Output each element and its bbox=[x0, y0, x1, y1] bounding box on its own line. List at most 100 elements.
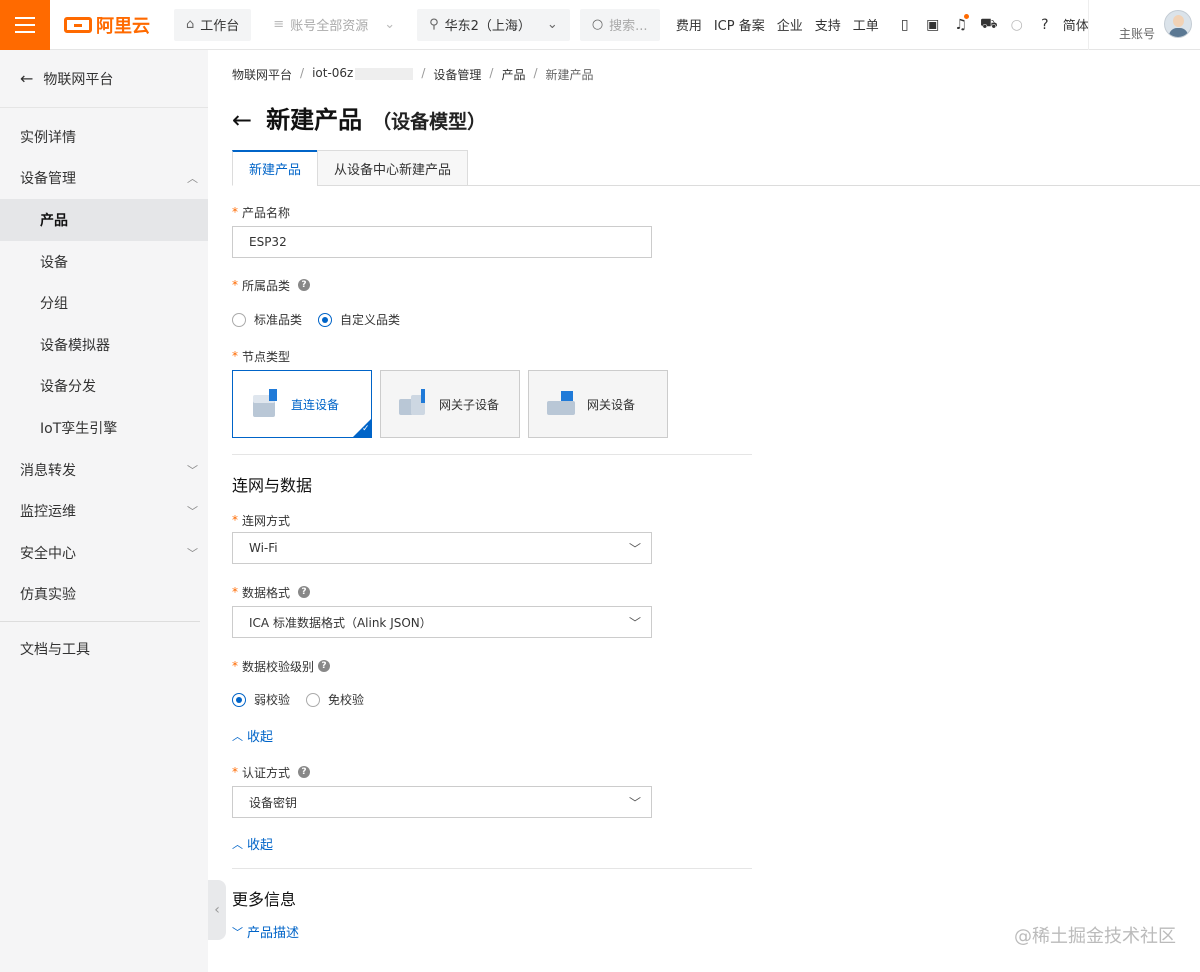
radio-label: 标准品类 bbox=[254, 313, 303, 327]
help-icon[interactable]: ? bbox=[1031, 17, 1059, 33]
auth-method-label: * 认证方式 ? bbox=[232, 764, 311, 780]
search-placeholder: 搜索... bbox=[609, 19, 648, 34]
network-method-label: * 连网方式 bbox=[232, 512, 290, 528]
radio-standard-category[interactable] bbox=[232, 312, 246, 327]
network-method-value: Wi-Fi bbox=[249, 541, 278, 555]
search-box[interactable]: ○ 搜索... bbox=[579, 8, 660, 41]
required-mark: * bbox=[232, 278, 238, 292]
breadcrumb-separator: / bbox=[533, 66, 538, 80]
breadcrumb-products[interactable]: 产品 bbox=[501, 66, 525, 83]
home-icon: ⌂ bbox=[186, 17, 195, 32]
required-mark: * bbox=[232, 659, 238, 673]
icp-link[interactable]: ICP 备案 bbox=[714, 15, 765, 34]
main-content: 物联网平台 / iot-06z / 设备管理 / 产品 / 新建产品 ← 新建产… bbox=[208, 50, 1200, 972]
collapse-label: 收起 bbox=[247, 838, 274, 853]
required-mark: * bbox=[232, 349, 238, 363]
sidebar-back-label: 物联网平台 bbox=[43, 71, 114, 88]
chevron-down-icon: ⌄ bbox=[546, 17, 558, 32]
data-format-select[interactable]: ICA 标准数据格式（Alink JSON） ﹀ bbox=[232, 606, 652, 638]
sidebar-item-label: 产品 bbox=[40, 212, 68, 229]
sidebar-item-products[interactable]: 产品 bbox=[0, 199, 208, 241]
divider bbox=[232, 868, 752, 869]
chevron-down-icon: ﹀ bbox=[187, 505, 198, 519]
help-icon[interactable]: ? bbox=[298, 586, 311, 598]
notification-dot bbox=[963, 13, 969, 19]
aliyun-logo-icon bbox=[64, 16, 92, 33]
auth-method-select[interactable]: 设备密钥 ﹀ bbox=[232, 786, 652, 818]
hamburger-menu-button[interactable] bbox=[0, 0, 50, 50]
sidebar-item-monitoring[interactable]: 监控运维 ﹀ bbox=[0, 490, 208, 532]
support-link[interactable]: 支持 bbox=[815, 15, 841, 34]
sidebar-back-button[interactable]: ← 物联网平台 bbox=[0, 50, 208, 108]
help-icon[interactable]: ? bbox=[298, 766, 311, 778]
workbench-button[interactable]: ⌂ 工作台 bbox=[174, 8, 252, 41]
tab-from-device-center[interactable]: 从设备中心新建产品 bbox=[317, 150, 469, 186]
account-label: 主账号 bbox=[1119, 27, 1156, 41]
chevron-up-icon: ︿ bbox=[187, 172, 198, 186]
radio-weak-validation[interactable] bbox=[232, 692, 246, 707]
logo-text: 阿里云 bbox=[96, 15, 150, 37]
breadcrumb-device-management[interactable]: 设备管理 bbox=[433, 66, 481, 83]
billing-link[interactable]: 费用 bbox=[676, 15, 702, 34]
sidebar-item-devices[interactable]: 设备 bbox=[0, 241, 208, 283]
product-name-value: ESP32 bbox=[249, 235, 287, 249]
category-label-text: 所属品类 bbox=[242, 278, 291, 293]
required-mark: * bbox=[232, 513, 238, 527]
stack-icon: ≡ bbox=[273, 17, 285, 32]
lightbulb-icon[interactable]: ○ bbox=[1003, 17, 1031, 33]
sidebar-item-message-forwarding[interactable]: 消息转发 ﹀ bbox=[0, 449, 208, 491]
product-name-input[interactable]: ESP32 bbox=[232, 226, 652, 258]
chevron-down-icon: ﹀ bbox=[628, 542, 641, 556]
sidebar-item-security-center[interactable]: 安全中心 ﹀ bbox=[0, 532, 208, 574]
sidebar-item-device-simulator[interactable]: 设备模拟器 bbox=[0, 324, 208, 366]
back-arrow-icon[interactable]: ← bbox=[232, 106, 252, 134]
cart-icon[interactable]: ⛟ bbox=[975, 16, 1003, 34]
node-type-gateway-device[interactable]: 网关设备 bbox=[528, 370, 668, 438]
redacted-mask bbox=[355, 67, 414, 80]
network-method-label-text: 连网方式 bbox=[242, 513, 291, 528]
sidebar-item-iot-twin-engine[interactable]: IoT孪生引擎 bbox=[0, 407, 208, 449]
region-label: 华东2（上海） bbox=[444, 19, 531, 34]
sidebar-item-device-management[interactable]: 设备管理 ︿ bbox=[0, 158, 208, 200]
product-description-label: 产品描述 bbox=[247, 926, 300, 941]
bell-icon[interactable]: ♫ bbox=[947, 13, 975, 33]
enterprise-link[interactable]: 企业 bbox=[777, 15, 803, 34]
sidebar-item-label: 安全中心 bbox=[20, 545, 76, 562]
sidebar-item-device-distribution[interactable]: 设备分发 bbox=[0, 366, 208, 408]
chevron-down-icon: ﹀ bbox=[232, 925, 243, 939]
node-type-label: * 节点类型 bbox=[232, 348, 290, 364]
collapse-link-auth[interactable]: ︿ 收起 bbox=[232, 834, 274, 854]
node-type-gateway-subdevice[interactable]: 网关子设备 bbox=[380, 370, 520, 438]
sidebar-item-instance-details[interactable]: 实例详情 bbox=[0, 116, 208, 158]
avatar[interactable] bbox=[1164, 10, 1192, 38]
sidebar-item-docs-tools[interactable]: 文档与工具 bbox=[0, 628, 208, 670]
mobile-app-icon[interactable]: ▯ bbox=[891, 17, 919, 33]
account-area[interactable]: 主账号 bbox=[1088, 0, 1200, 50]
workbench-label: 工作台 bbox=[200, 19, 240, 34]
data-format-label-text: 数据格式 bbox=[242, 585, 291, 600]
terminal-icon[interactable]: ▣ bbox=[919, 17, 947, 33]
collapse-link-network[interactable]: ︿ 收起 bbox=[232, 726, 273, 746]
radio-custom-category[interactable] bbox=[318, 312, 333, 327]
chevron-down-icon: ⌄ bbox=[384, 17, 396, 32]
category-label: * 所属品类 ? bbox=[232, 277, 311, 293]
ticket-link[interactable]: 工单 bbox=[853, 15, 879, 34]
sidebar-item-label: 分组 bbox=[40, 296, 68, 313]
region-selector[interactable]: ⚲ 华东2（上海） ⌄ bbox=[417, 8, 570, 41]
product-description-toggle[interactable]: ﹀ 产品描述 bbox=[232, 922, 300, 942]
breadcrumb-instance[interactable]: iot-06z bbox=[312, 66, 414, 83]
sidebar-item-groups[interactable]: 分组 bbox=[0, 282, 208, 324]
radio-no-validation[interactable] bbox=[306, 692, 321, 707]
help-icon[interactable]: ? bbox=[298, 279, 311, 291]
product-name-label: * 产品名称 bbox=[232, 204, 290, 220]
language-switch[interactable]: 简体 bbox=[1063, 15, 1089, 34]
resource-selector[interactable]: ≡ 账号全部资源 ⌄ bbox=[261, 8, 408, 41]
aliyun-logo[interactable]: 阿里云 bbox=[64, 12, 174, 38]
sidebar-item-simulation-lab[interactable]: 仿真实验 bbox=[0, 574, 208, 616]
node-type-direct-device[interactable]: 直连设备 bbox=[232, 370, 372, 438]
tab-new-product[interactable]: 新建产品 bbox=[232, 150, 319, 186]
breadcrumb-iot-platform[interactable]: 物联网平台 bbox=[232, 66, 292, 83]
sidebar-item-label: 消息转发 bbox=[20, 462, 76, 479]
help-icon[interactable]: ? bbox=[318, 660, 331, 672]
network-method-select[interactable]: Wi-Fi ﹀ bbox=[232, 532, 652, 564]
